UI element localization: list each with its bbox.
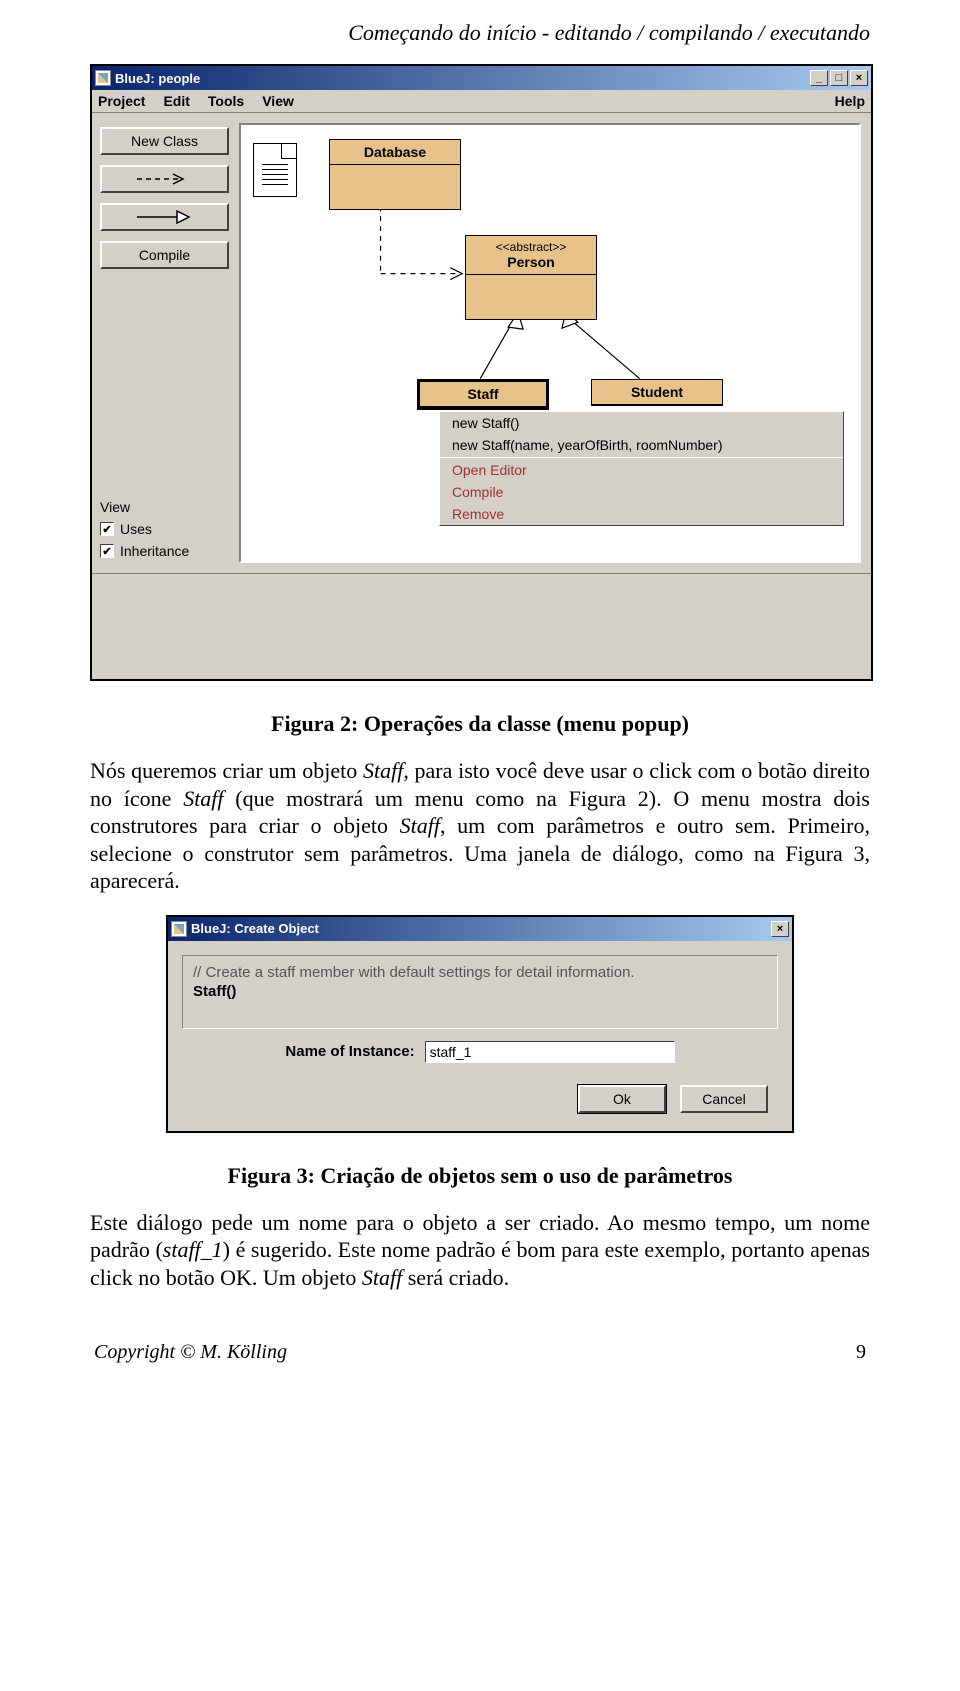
inheritance-checkbox[interactable]: ✔ — [100, 544, 114, 558]
paragraph-1: Nós queremos criar um objeto Staff, para… — [90, 757, 870, 895]
dialog-close-button[interactable]: × — [771, 921, 789, 937]
ctx-separator — [440, 457, 843, 458]
dialog-titlebar: BlueJ: Create Object × — [168, 917, 792, 941]
menu-help[interactable]: Help — [835, 93, 865, 109]
window-title: BlueJ: people — [115, 71, 810, 86]
dialog-title: BlueJ: Create Object — [191, 921, 771, 936]
ctx-open-editor[interactable]: Open Editor — [440, 459, 843, 481]
bluej-window: BlueJ: people _ □ × Project Edit Tools V… — [90, 64, 873, 681]
new-class-button[interactable]: New Class — [100, 127, 229, 155]
diagram-canvas[interactable]: Person --> Database — [239, 123, 861, 563]
inheritance-checkbox-row[interactable]: ✔ Inheritance — [100, 543, 229, 559]
menu-edit[interactable]: Edit — [163, 93, 189, 109]
maximize-button[interactable]: □ — [830, 70, 848, 86]
constructor-comment: // Create a staff member with default se… — [193, 964, 767, 981]
page-footer: Copyright © M. Kölling 9 — [90, 1341, 870, 1364]
close-button[interactable]: × — [850, 70, 868, 86]
ok-button[interactable]: Ok — [578, 1085, 666, 1113]
ctx-remove[interactable]: Remove — [440, 503, 843, 525]
instance-name-input[interactable] — [425, 1041, 675, 1063]
menu-view[interactable]: View — [262, 93, 294, 109]
page-number: 9 — [856, 1341, 866, 1364]
compile-button[interactable]: Compile — [100, 241, 229, 269]
context-menu: new Staff() new Staff(name, yearOfBirth,… — [439, 411, 844, 526]
class-staff-label: Staff — [420, 382, 546, 407]
sidebar-view-panel: View ✔ Uses ✔ Inheritance — [92, 499, 237, 559]
menubar: Project Edit Tools View Help — [92, 90, 871, 113]
app-icon — [95, 70, 111, 86]
view-label: View — [100, 499, 229, 515]
menu-tools[interactable]: Tools — [208, 93, 244, 109]
ctx-new-staff-args[interactable]: new Staff(name, yearOfBirth, roomNumber) — [440, 434, 843, 456]
readme-icon[interactable] — [253, 143, 297, 197]
object-bench[interactable] — [92, 573, 871, 679]
figure3-caption: Figura 3: Criação de objetos sem o uso d… — [130, 1163, 830, 1189]
figure2-caption: Figura 2: Operações da classe (menu popu… — [130, 711, 830, 737]
class-database[interactable]: Database — [329, 139, 461, 210]
ctx-new-staff-empty[interactable]: new Staff() — [440, 412, 843, 434]
class-student[interactable]: Student — [591, 379, 723, 406]
class-staff[interactable]: Staff — [417, 379, 549, 410]
inherit-arrow-button[interactable] — [100, 203, 229, 231]
create-object-dialog: BlueJ: Create Object × // Create a staff… — [166, 915, 794, 1133]
inheritance-label: Inheritance — [120, 543, 189, 559]
paragraph-2: Este diálogo pede um nome para o objeto … — [90, 1209, 870, 1292]
uses-checkbox-row[interactable]: ✔ Uses — [100, 521, 229, 537]
class-database-label: Database — [330, 140, 460, 165]
class-student-label: Student — [592, 380, 722, 405]
constructor-signature: Staff() — [193, 983, 767, 1000]
signature-panel: // Create a staff member with default se… — [182, 955, 778, 1029]
titlebar: BlueJ: people _ □ × — [92, 66, 871, 90]
cancel-button[interactable]: Cancel — [680, 1085, 768, 1113]
person-stereotype: <<abstract>> — [474, 240, 588, 254]
copyright: Copyright © M. Kölling — [94, 1341, 287, 1364]
instance-name-label: Name of Instance: — [285, 1043, 414, 1060]
uses-arrow-button[interactable] — [100, 165, 229, 193]
menu-project[interactable]: Project — [98, 93, 145, 109]
ctx-compile[interactable]: Compile — [440, 481, 843, 503]
uses-checkbox[interactable]: ✔ — [100, 522, 114, 536]
class-person-label: Person — [507, 254, 554, 270]
uses-label: Uses — [120, 521, 152, 537]
minimize-button[interactable]: _ — [810, 70, 828, 86]
class-person[interactable]: <<abstract>> Person — [465, 235, 597, 320]
dialog-app-icon — [171, 921, 187, 937]
page-header: Começando do início - editando / compila… — [90, 20, 870, 46]
